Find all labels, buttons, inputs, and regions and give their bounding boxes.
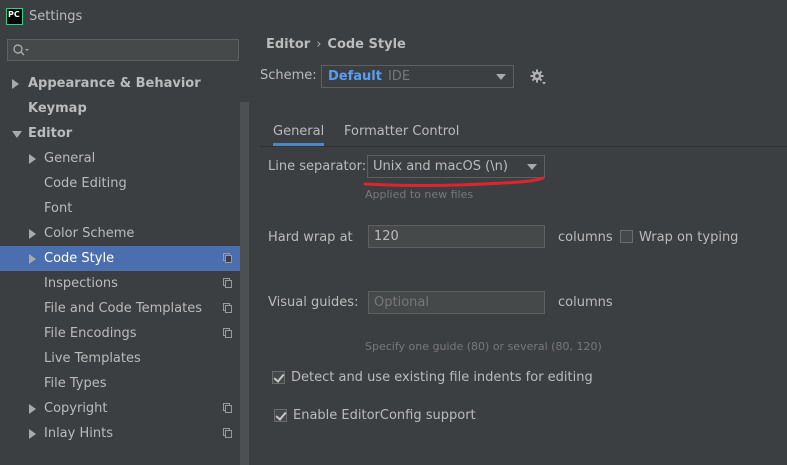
visual-guides-hint: Specify one guide (80) or several (80, 1…: [365, 340, 602, 353]
sidebar-item-font[interactable]: Font: [0, 196, 240, 221]
chevron-right-icon[interactable]: [29, 429, 36, 439]
sidebar-item-label: Font: [44, 201, 73, 216]
editorconfig-checkbox[interactable]: [274, 409, 287, 422]
scheme-dropdown[interactable]: Default IDE: [321, 65, 514, 88]
sidebar-item-label: Copyright: [44, 401, 108, 416]
sidebar-item-file-encodings[interactable]: File Encodings: [0, 321, 240, 346]
tab-bar: General Formatter Control: [260, 116, 787, 147]
breadcrumb-current: Code Style: [327, 37, 406, 52]
editorconfig-label[interactable]: Enable EditorConfig support: [293, 408, 476, 423]
settings-tree: Appearance & Behavior Keymap Editor General…: [0, 71, 240, 446]
project-scope-icon: [223, 278, 232, 288]
chevron-down-icon: [527, 164, 537, 170]
breadcrumb: Editor › Code Style: [266, 37, 406, 52]
chevron-right-icon[interactable]: [29, 154, 36, 164]
sidebar-item-label: File Encodings: [44, 326, 137, 341]
line-separator-hint: Applied to new files: [365, 188, 474, 201]
project-scope-icon: [223, 328, 232, 338]
code-style-panel: Editor › Code Style Scheme: Default IDE Gen…: [249, 32, 787, 433]
sidebar-item-label: Code Editing: [44, 176, 127, 191]
window-title: Settings: [29, 8, 83, 24]
wrap-on-typing-checkbox[interactable]: [620, 230, 633, 243]
line-separator-value: Unix and macOS (\n): [373, 159, 508, 174]
title-bar: PC Settings: [0, 0, 787, 32]
sidebar-item-label: Code Style: [44, 251, 115, 266]
hard-wrap-label: Hard wrap at: [268, 230, 353, 245]
sidebar-item-general[interactable]: General: [0, 146, 240, 171]
chevron-right-icon[interactable]: [12, 79, 19, 89]
detect-indents-checkbox[interactable]: [272, 371, 285, 384]
sidebar-item-keymap[interactable]: Keymap: [0, 96, 240, 121]
line-separator-label: Line separator:: [268, 159, 367, 174]
sidebar-item-label: File Types: [44, 376, 107, 391]
sidebar-item-appearance-behavior[interactable]: Appearance & Behavior: [0, 71, 240, 96]
chevron-right-icon[interactable]: [29, 254, 36, 264]
sidebar-item-live-templates[interactable]: Live Templates: [0, 346, 240, 371]
wrap-on-typing-label[interactable]: Wrap on typing: [639, 230, 738, 245]
project-scope-icon: [223, 428, 232, 438]
chevron-right-icon[interactable]: [29, 404, 36, 414]
project-scope-icon: [223, 403, 232, 413]
hard-wrap-input[interactable]: 120: [368, 225, 545, 248]
tab-formatter-control[interactable]: Formatter Control: [344, 122, 459, 146]
sidebar-item-label: Appearance & Behavior: [28, 76, 201, 91]
hard-wrap-unit: columns: [558, 230, 613, 245]
sidebar-item-code-editing[interactable]: Code Editing: [0, 171, 240, 196]
sidebar-item-label: Inlay Hints: [44, 426, 113, 441]
red-annotation-underline: [363, 176, 545, 187]
visual-guides-input[interactable]: Optional: [368, 291, 545, 314]
sidebar-item-color-scheme[interactable]: Color Scheme: [0, 221, 240, 246]
chevron-right-icon[interactable]: [29, 229, 36, 239]
settings-search-input[interactable]: [7, 39, 239, 61]
scheme-label: Scheme:: [260, 68, 317, 83]
sidebar-scrollbar[interactable]: [240, 102, 249, 465]
breadcrumb-parent[interactable]: Editor: [266, 37, 310, 52]
sidebar-item-inspections[interactable]: Inspections: [0, 271, 240, 296]
project-scope-icon: [223, 253, 232, 263]
scheme-name: Default: [328, 69, 382, 84]
scheme-type: IDE: [387, 69, 411, 84]
chevron-down-icon: [496, 74, 506, 80]
visual-guides-label: Visual guides:: [268, 295, 359, 310]
sidebar-item-file-types[interactable]: File Types: [0, 371, 240, 396]
sidebar-item-code-style[interactable]: Code Style: [0, 246, 240, 271]
sidebar-item-file-and-code-templates[interactable]: File and Code Templates: [0, 296, 240, 321]
sidebar-item-editor[interactable]: Editor: [0, 121, 240, 146]
sidebar-item-label: General: [44, 151, 96, 166]
search-icon: [13, 44, 29, 56]
sidebar-item-inlay-hints[interactable]: Inlay Hints: [0, 421, 240, 446]
sidebar-item-label: Inspections: [44, 276, 118, 291]
sidebar-item-label: Color Scheme: [44, 226, 135, 241]
sidebar-item-label: File and Code Templates: [44, 301, 202, 316]
sidebar-item-copyright[interactable]: Copyright: [0, 396, 240, 421]
project-scope-icon: [223, 303, 232, 313]
chevron-down-icon[interactable]: [12, 131, 22, 138]
pycharm-logo-icon: PC: [6, 7, 23, 25]
sidebar-item-label: Keymap: [28, 101, 87, 116]
visual-guides-unit: columns: [558, 295, 613, 310]
tab-general[interactable]: General: [273, 122, 325, 146]
sidebar-item-label: Editor: [28, 126, 73, 141]
settings-sidebar: Appearance & Behavior Keymap Editor General…: [0, 32, 249, 465]
breadcrumb-separator: ›: [316, 37, 322, 52]
gear-icon[interactable]: [530, 69, 546, 85]
sidebar-item-label: Live Templates: [44, 351, 141, 366]
detect-indents-label[interactable]: Detect and use existing file indents for…: [291, 370, 593, 385]
